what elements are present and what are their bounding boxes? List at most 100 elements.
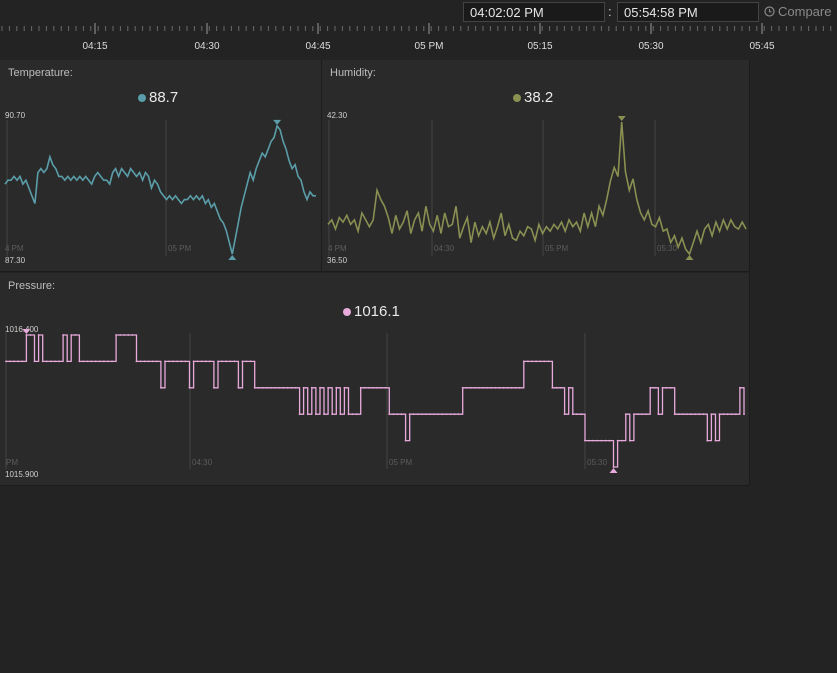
timeline-tick-label: 04:30	[194, 41, 220, 52]
data-point	[681, 413, 684, 416]
data-point	[575, 413, 578, 416]
data-point	[388, 413, 391, 416]
data-point	[649, 386, 652, 389]
data-point	[571, 413, 574, 416]
data-point	[196, 360, 199, 363]
data-point	[608, 439, 611, 442]
data-point	[278, 386, 281, 389]
data-point	[380, 386, 383, 389]
max-marker-icon	[22, 329, 31, 334]
timeline-tick-label: 05:45	[749, 41, 775, 52]
data-point	[559, 386, 562, 389]
data-point	[9, 360, 11, 363]
x-axis-label: 4 PM	[328, 244, 347, 253]
data-point	[241, 360, 244, 363]
pressure-chart[interactable]: PM 04:30 05 PM 05:30	[0, 273, 750, 486]
x-axis-label: 04:30	[192, 458, 213, 467]
data-point	[229, 360, 232, 363]
data-point	[41, 360, 44, 363]
data-point	[698, 413, 701, 416]
data-point	[677, 413, 680, 416]
data-point	[531, 360, 533, 363]
data-point	[665, 386, 668, 389]
data-point	[490, 386, 493, 389]
data-point	[131, 334, 134, 336]
compare-button[interactable]: Compare	[764, 4, 831, 19]
data-point	[306, 413, 309, 416]
x-axis-label: 05:30	[657, 244, 678, 253]
data-point	[420, 413, 423, 416]
data-point	[494, 386, 497, 389]
data-point	[624, 413, 627, 416]
data-point	[412, 413, 415, 416]
data-point	[637, 413, 639, 416]
data-point	[66, 360, 69, 363]
data-point	[249, 360, 252, 363]
data-point	[78, 360, 81, 363]
data-point	[543, 360, 546, 363]
data-point	[486, 386, 489, 389]
data-point	[518, 386, 521, 389]
humidity-chart[interactable]: 4 PM 04:30 05 PM 05:30	[322, 60, 750, 272]
end-time-input[interactable]: 05:54:58 PM	[617, 2, 759, 22]
data-point	[139, 360, 142, 363]
data-point	[547, 360, 550, 363]
data-point	[70, 334, 73, 336]
data-point	[384, 386, 387, 389]
x-axis-label: 05:30	[587, 458, 608, 467]
start-time-input[interactable]: 04:02:02 PM	[463, 2, 605, 22]
data-point	[17, 360, 20, 363]
data-point	[367, 386, 370, 389]
data-point	[510, 386, 513, 389]
data-point	[416, 413, 419, 416]
series-line	[6, 334, 745, 468]
data-point	[147, 360, 150, 363]
data-point	[429, 413, 431, 416]
data-point	[596, 439, 599, 442]
time-range-bar: 04:02:02 PM : 05:54:58 PM Compare 04:15 0…	[0, 0, 837, 60]
data-point	[445, 413, 448, 416]
max-marker-icon	[273, 119, 282, 125]
data-point	[718, 413, 721, 416]
data-point	[592, 439, 595, 442]
data-point	[233, 360, 236, 363]
data-point	[473, 386, 476, 389]
data-point	[612, 466, 615, 468]
data-point	[743, 413, 745, 416]
data-point	[86, 360, 89, 363]
data-point	[282, 386, 285, 389]
data-point	[425, 413, 427, 416]
data-point	[498, 386, 501, 389]
data-point	[514, 386, 517, 389]
data-point	[710, 413, 713, 416]
data-point	[408, 413, 411, 416]
data-point	[245, 360, 248, 363]
compare-label: Compare	[778, 4, 832, 19]
data-point	[37, 334, 40, 336]
data-point	[588, 439, 590, 442]
data-point	[620, 439, 623, 442]
data-point	[119, 334, 122, 336]
data-point	[522, 360, 525, 363]
temperature-chart[interactable]: 4 PM 05 PM	[0, 60, 322, 272]
data-point	[506, 386, 509, 389]
data-point	[45, 360, 48, 363]
timeline-ruler[interactable]	[0, 22, 837, 36]
data-point	[49, 360, 52, 363]
data-point	[714, 439, 717, 442]
data-point	[535, 360, 537, 363]
data-point	[294, 386, 297, 389]
data-point	[335, 386, 338, 389]
series-line	[4, 124, 316, 255]
data-point	[722, 413, 725, 416]
x-axis-label: 04:30	[434, 244, 455, 253]
data-point	[502, 386, 505, 389]
x-axis-label: PM	[6, 458, 18, 467]
data-point	[706, 439, 709, 442]
data-point	[74, 334, 77, 336]
data-point	[327, 386, 330, 389]
data-point	[298, 413, 301, 416]
data-point	[155, 360, 158, 363]
data-point	[694, 413, 696, 416]
data-point	[734, 413, 737, 416]
